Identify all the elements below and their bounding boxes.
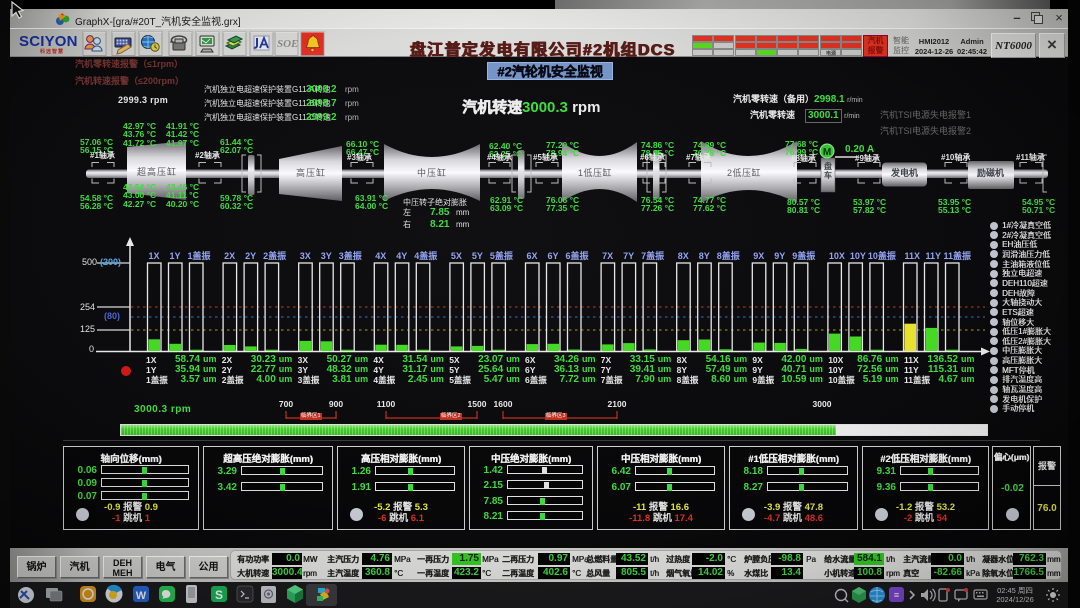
svg-text:S: S [215, 588, 223, 602]
svg-text:≡: ≡ [894, 590, 899, 600]
svg-text:W: W [136, 590, 147, 602]
svg-text:SOE: SOE [277, 38, 298, 50]
svg-text:M: M [823, 147, 831, 158]
